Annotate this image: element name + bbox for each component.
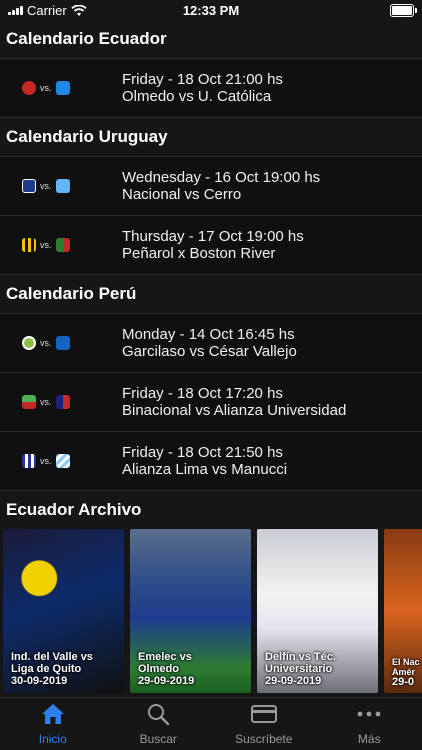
main-content[interactable]: Calendario Ecuador vs. Friday - 18 Oct 2… — [0, 20, 422, 698]
match-teams: Alianza Lima vs Manucci — [122, 461, 288, 478]
archive-card-date: 29-0 — [392, 676, 415, 688]
match-teams: Binacional vs Alianza Universidad — [122, 402, 347, 419]
archive-card[interactable]: Delfín vs Téc. Universitario 29-09-2019 — [257, 529, 378, 693]
tab-label: Inicio — [38, 732, 67, 746]
vs-label: vs. — [40, 338, 52, 348]
vs-label: vs. — [40, 83, 52, 93]
match-date: Friday - 18 Oct 17:20 hs — [122, 385, 283, 402]
match-teams: Nacional vs Cerro — [122, 186, 242, 203]
archive-card-subtitle: Liga de Quito — [11, 663, 82, 675]
status-bar: Carrier 12:33 PM — [0, 0, 422, 20]
archive-card[interactable]: El Nac Amér 29-0 — [384, 529, 422, 693]
away-team-crest-icon — [55, 81, 70, 95]
match-date: Friday - 18 Oct 21:00 hs — [122, 71, 283, 88]
home-icon — [40, 702, 66, 726]
tab-inicio[interactable]: Inicio — [0, 698, 106, 750]
match-date: Friday - 18 Oct 21:50 hs — [122, 444, 283, 461]
match-row[interactable]: vs. Friday - 18 Oct 21:50 hs Alianza Lim… — [0, 432, 422, 491]
match-badges: vs. — [0, 395, 122, 409]
tab-label: Buscar — [139, 732, 177, 746]
archive-card[interactable]: Ind. del Valle vs Liga de Quito 30-09-20… — [3, 529, 124, 693]
archive-card-title: Emelec vs — [138, 651, 192, 663]
match-row[interactable]: vs. Monday - 14 Oct 16:45 hs Garcilaso v… — [0, 314, 422, 373]
archive-card-subtitle: Universitario — [265, 663, 333, 675]
match-date: Thursday - 17 Oct 19:00 hs — [122, 228, 304, 245]
match-badges: vs. — [0, 179, 122, 193]
archive-card-title: Ind. del Valle vs — [11, 651, 93, 663]
match-row[interactable]: vs. Wednesday - 16 Oct 19:00 hs Nacional… — [0, 157, 422, 216]
match-teams: Olmedo vs U. Católica — [122, 88, 272, 105]
match-date: Monday - 14 Oct 16:45 hs — [122, 326, 295, 343]
home-team-crest-icon — [22, 81, 36, 95]
vs-label: vs. — [40, 181, 52, 191]
card-icon — [250, 702, 277, 726]
tab-mas[interactable]: Más — [317, 698, 422, 750]
match-row[interactable]: vs. Friday - 18 Oct 17:20 hs Binacional … — [0, 373, 422, 432]
archive-card-date: 30-09-2019 — [11, 675, 68, 687]
archive-carousel[interactable]: Ind. del Valle vs Liga de Quito 30-09-20… — [0, 529, 422, 693]
tab-label: Más — [357, 732, 381, 746]
match-teams: Garcilaso vs César Vallejo — [122, 343, 297, 360]
match-badges: vs. — [0, 454, 122, 468]
battery-icon — [390, 4, 417, 17]
away-team-crest-icon — [55, 336, 70, 350]
archive-card-title: El Nac — [392, 657, 420, 667]
vs-label: vs. — [40, 240, 52, 250]
match-badges: vs. — [0, 238, 122, 252]
archive-card-subtitle: Olmedo — [138, 663, 179, 675]
archive-card-title: Delfín vs Téc. — [265, 651, 336, 663]
home-team-crest-icon — [22, 395, 36, 409]
home-team-crest-icon — [22, 179, 36, 193]
archive-title: Ecuador Archivo — [6, 500, 142, 519]
match-row[interactable]: vs. Friday - 18 Oct 21:00 hs Olmedo vs U… — [0, 59, 422, 118]
home-team-crest-icon — [22, 454, 36, 468]
vs-label: vs. — [40, 456, 52, 466]
match-row[interactable]: vs. Thursday - 17 Oct 19:00 hs Peñarol x… — [0, 216, 422, 275]
match-badges: vs. — [0, 81, 122, 95]
tab-bar: Inicio Buscar Suscríbete Más — [0, 697, 422, 750]
archive-card-date: 29-09-2019 — [138, 675, 195, 687]
tab-buscar[interactable]: Buscar — [106, 698, 212, 750]
archive-card[interactable]: Emelec vs Olmedo 29-09-2019 — [130, 529, 251, 693]
section-title-ecuador: Calendario Ecuador — [0, 20, 422, 59]
search-icon — [145, 702, 171, 726]
away-team-crest-icon — [55, 395, 70, 409]
status-time: 12:33 PM — [182, 3, 240, 18]
section-title-peru: Calendario Perú — [0, 275, 422, 314]
match-date: Wednesday - 16 Oct 19:00 hs — [122, 169, 321, 186]
away-team-crest-icon — [55, 179, 70, 193]
section-title-uruguay: Calendario Uruguay — [0, 118, 422, 157]
match-badges: vs. — [0, 336, 122, 350]
away-team-crest-icon — [55, 238, 70, 252]
vs-label: vs. — [40, 397, 52, 407]
archive-card-date: 29-09-2019 — [265, 675, 322, 687]
tab-label: Suscríbete — [235, 732, 293, 746]
home-team-crest-icon — [22, 238, 36, 252]
more-icon — [356, 702, 382, 726]
tab-suscribete[interactable]: Suscríbete — [211, 698, 317, 750]
match-teams: Peñarol x Boston River — [122, 245, 276, 262]
away-team-crest-icon — [55, 454, 70, 468]
home-team-crest-icon — [22, 336, 36, 350]
